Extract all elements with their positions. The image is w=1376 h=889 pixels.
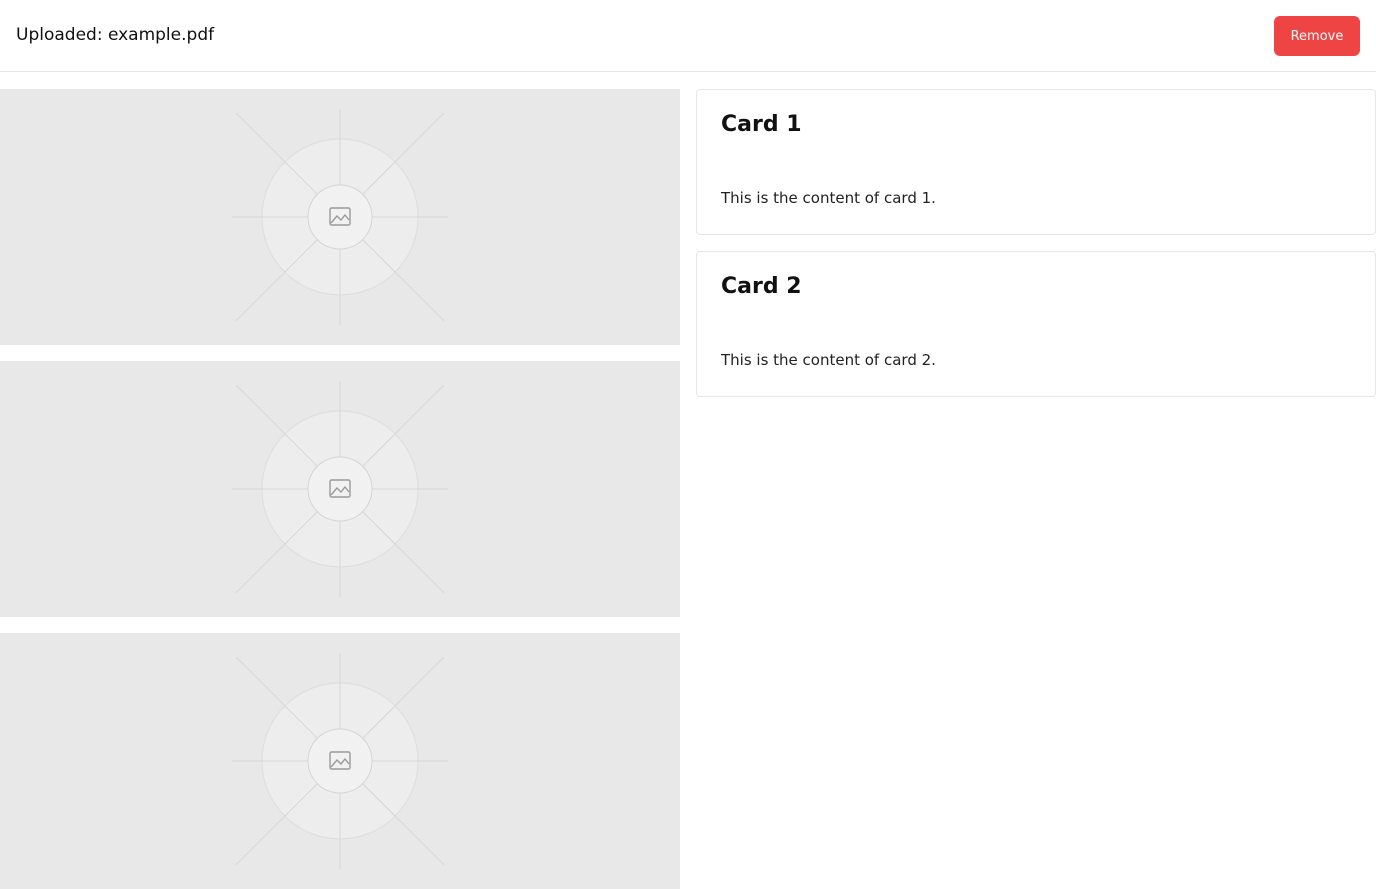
card-content: This is the content of card 1. [721, 189, 936, 207]
upload-filename: Uploaded: example.pdf [16, 25, 215, 45]
card-title: Card 2 [721, 274, 802, 299]
image-placeholder-2 [0, 361, 680, 617]
image-placeholder-icon [232, 653, 448, 869]
image-placeholder-icon [232, 109, 448, 325]
upload-header: Uploaded: example.pdf Remove [0, 0, 1376, 72]
card-title: Card 1 [721, 112, 802, 137]
card-content: This is the content of card 2. [721, 351, 936, 369]
remove-button[interactable]: Remove [1274, 16, 1360, 56]
card-1: Card 1 This is the content of card 1. [696, 89, 1376, 235]
image-placeholder-3 [0, 633, 680, 889]
image-placeholder-1 [0, 89, 680, 345]
card-2: Card 2 This is the content of card 2. [696, 251, 1376, 397]
image-placeholder-icon [232, 381, 448, 597]
